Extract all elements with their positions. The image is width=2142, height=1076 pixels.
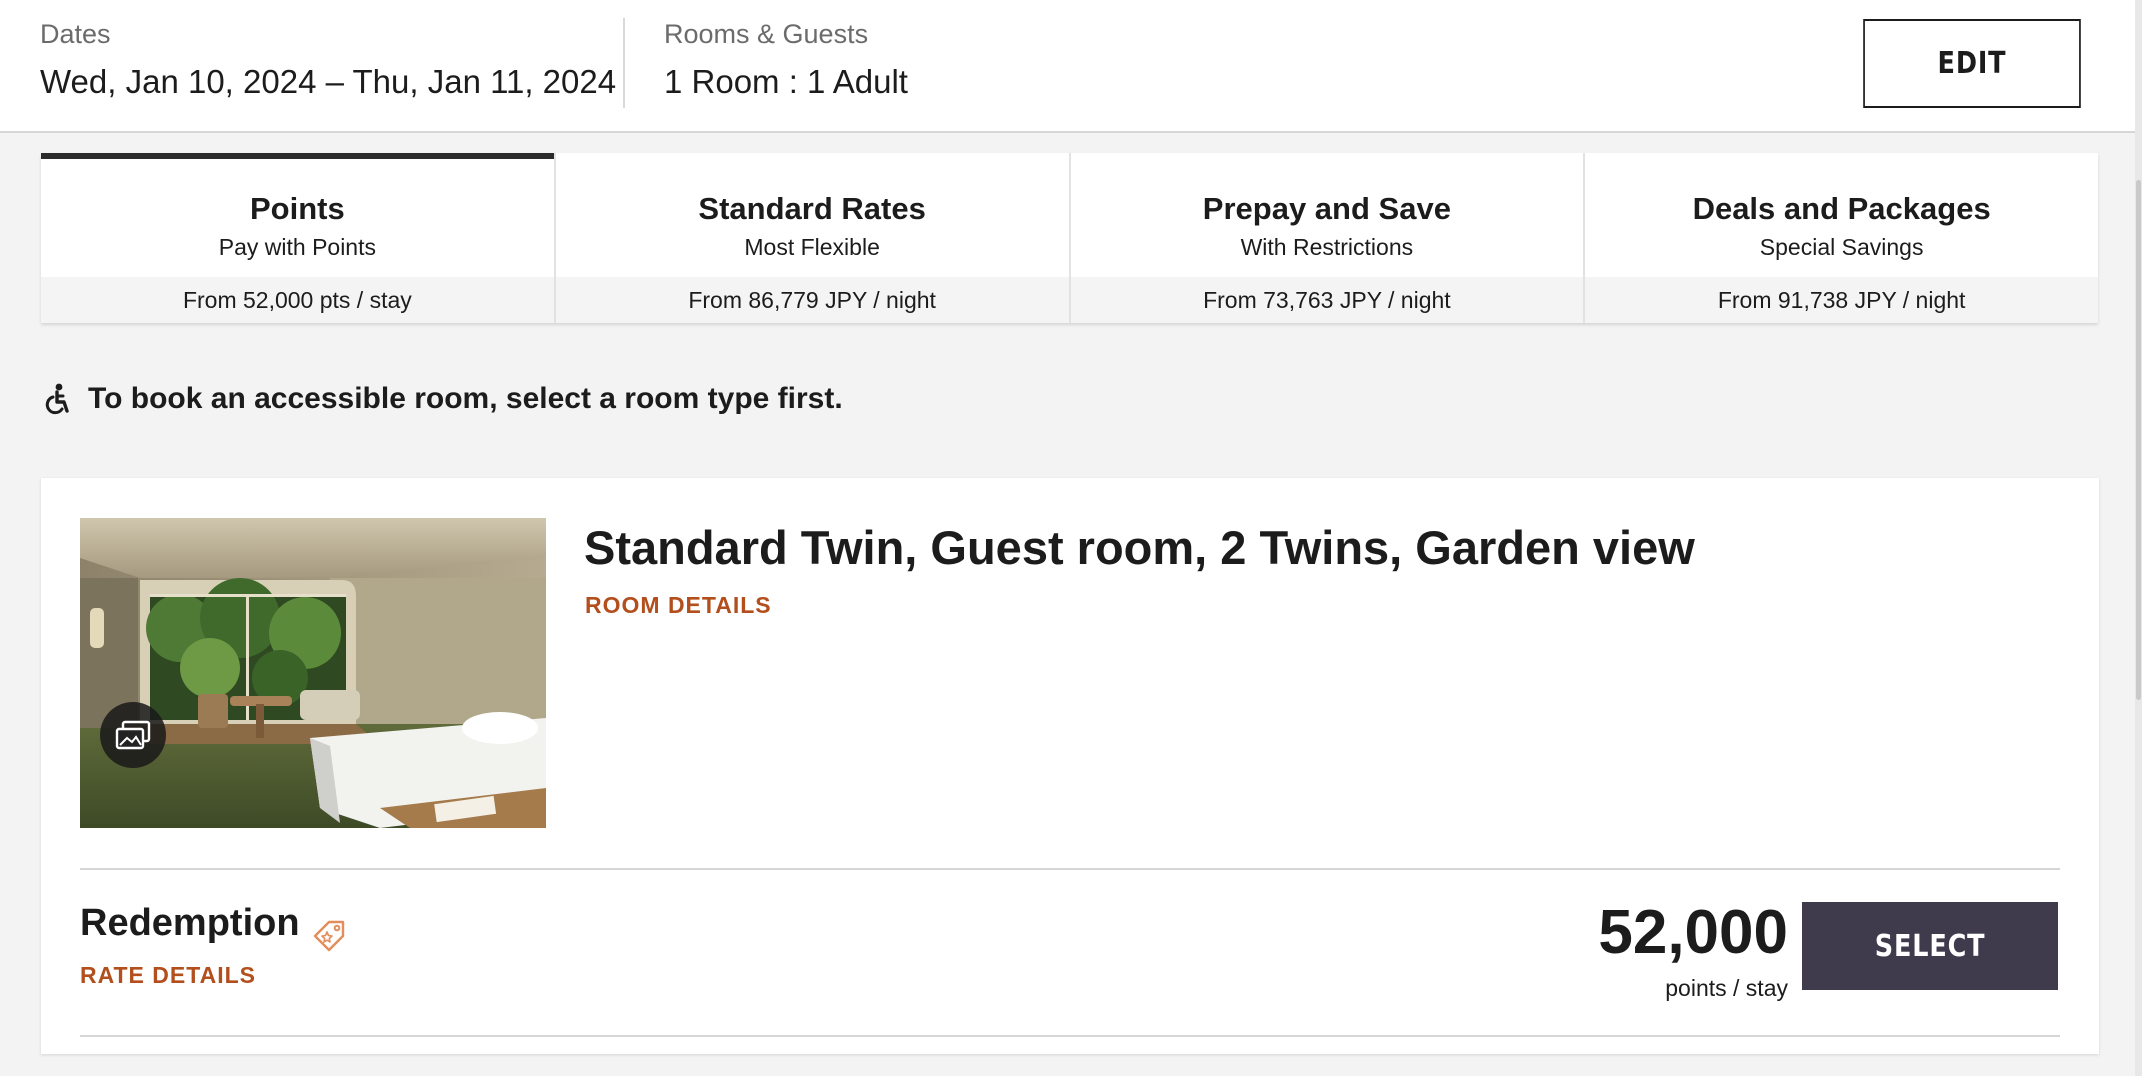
rooms-guests-value: 1 Room : 1 Adult (664, 63, 908, 100)
tab-title: Deals and Packages (1692, 191, 1991, 226)
tab-subtitle: Most Flexible (744, 234, 880, 260)
dates-value: Wed, Jan 10, 2024 – Thu, Jan 11, 2024 (40, 63, 617, 100)
tab-title: Prepay and Save (1202, 191, 1451, 226)
price-unit: points / stay (1665, 975, 1788, 1001)
tab-deals-and-packages[interactable]: Deals and Packages Special Savings From … (1585, 153, 2098, 323)
rooms-guests-summary: Rooms & Guests 1 Room : 1 Adult (664, 18, 908, 104)
rate-type-tabs: Points Pay with Points From 52,000 pts /… (41, 153, 2098, 323)
card-divider (80, 868, 2060, 870)
room-details-link[interactable]: ROOM DETAILS (585, 592, 772, 619)
price-tag-icon (313, 920, 345, 952)
room-title: Standard Twin, Guest room, 2 Twins, Gard… (584, 521, 1695, 574)
tab-price: From 91,738 JPY / night (1585, 277, 2098, 323)
tab-price: From 52,000 pts / stay (41, 277, 554, 323)
edit-search-button[interactable]: EDIT (1863, 19, 2081, 108)
tab-points[interactable]: Points Pay with Points From 52,000 pts /… (41, 153, 556, 323)
tab-title: Standard Rates (698, 191, 926, 226)
tab-standard-rates[interactable]: Standard Rates Most Flexible From 86,779… (555, 153, 1071, 323)
tab-prepay-and-save[interactable]: Prepay and Save With Restrictions From 7… (1070, 153, 1586, 323)
room-photo[interactable] (80, 518, 546, 828)
rate-details-link[interactable]: RATE DETAILS (80, 962, 256, 989)
select-rate-button[interactable]: SELECT (1802, 902, 2058, 990)
scrollbar-thumb[interactable] (2136, 180, 2141, 700)
card-divider (80, 1035, 2060, 1037)
tab-subtitle: Special Savings (1759, 234, 1924, 260)
tab-subtitle: Pay with Points (218, 234, 376, 260)
photo-gallery-icon (115, 720, 151, 750)
summary-divider (623, 18, 625, 108)
dates-label: Dates (40, 19, 111, 49)
price-amount: 52,000 (1598, 898, 1788, 967)
tab-price: From 73,763 JPY / night (1070, 277, 1584, 323)
tab-price: From 86,779 JPY / night (555, 277, 1069, 323)
select-button-label: SELECT (1874, 928, 1986, 964)
accessibility-text: To book an accessible room, select a roo… (88, 382, 843, 415)
room-photo-illustration (80, 518, 546, 828)
wheelchair-icon (45, 383, 69, 415)
rooms-guests-label: Rooms & Guests (664, 19, 869, 49)
tab-title: Points (250, 191, 345, 226)
room-card: Standard Twin, Guest room, 2 Twins, Gard… (41, 478, 2099, 1054)
search-summary-bar: Dates Wed, Jan 10, 2024 – Thu, Jan 11, 2… (0, 0, 2142, 133)
photo-gallery-button[interactable] (100, 702, 166, 768)
page-scrollbar[interactable] (2135, 0, 2142, 1076)
accessibility-note: To book an accessible room, select a roo… (42, 382, 843, 416)
dates-summary: Dates Wed, Jan 10, 2024 – Thu, Jan 11, 2… (40, 18, 616, 104)
rate-name: Redemption (80, 902, 300, 944)
tab-subtitle: With Restrictions (1240, 234, 1414, 260)
